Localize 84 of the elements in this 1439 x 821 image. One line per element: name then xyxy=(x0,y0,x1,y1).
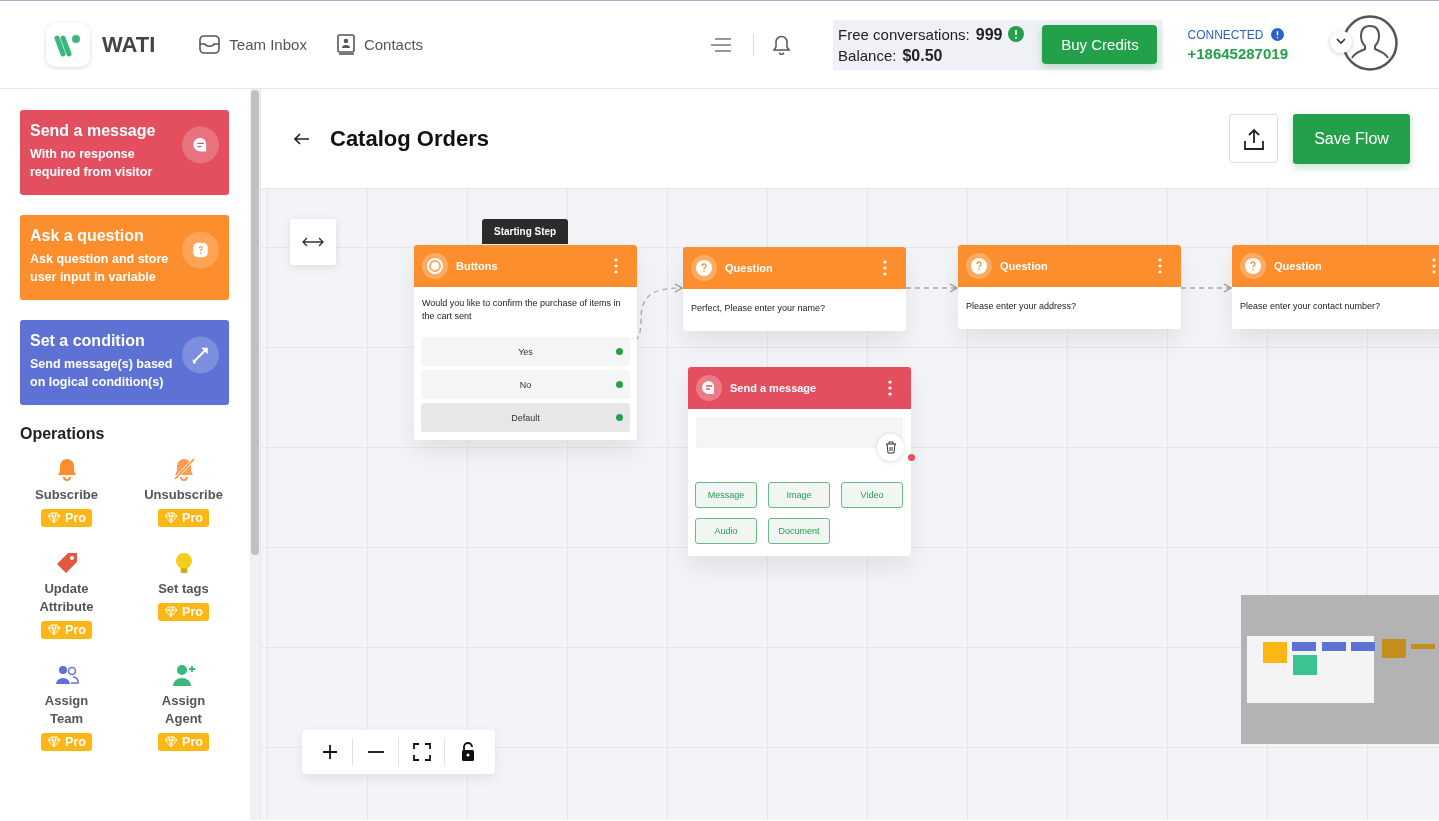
trash-icon[interactable] xyxy=(877,434,904,461)
balance-label: Balance: xyxy=(838,45,897,66)
diamond-icon xyxy=(47,736,62,748)
notification-bell-icon[interactable] xyxy=(772,34,792,55)
step-card[interactable]: Set a condition Send message(s) based on logical condition(s) xyxy=(20,320,229,405)
info-icon xyxy=(1008,26,1025,42)
connection-handle[interactable] xyxy=(616,414,623,421)
buttons-node[interactable]: Buttons Would you like to confirm the purchase of items in the cart sent Yes No Default xyxy=(414,245,637,440)
pro-badge: Pro xyxy=(41,733,92,751)
upload-icon xyxy=(1243,127,1264,150)
node-message: Would you like to confirm the purchase of items in the cart sent xyxy=(421,297,622,323)
info-icon xyxy=(1271,28,1285,41)
back-arrow-icon[interactable] xyxy=(294,132,310,145)
starting-step-tag: Starting Step xyxy=(482,219,569,244)
radio-icon xyxy=(422,253,448,279)
operation-label[interactable]: Assign Agent xyxy=(152,692,215,728)
operation-label[interactable]: Set tags xyxy=(152,580,215,598)
diamond-icon xyxy=(164,606,179,618)
node-title: Question xyxy=(725,262,774,274)
flow-title: Catalog Orders xyxy=(330,125,489,152)
step-card[interactable]: Send a message With no response required from visitor xyxy=(20,110,229,195)
step-card-description: Ask question and store user input in variable xyxy=(30,251,170,286)
operation-label[interactable]: Update Attribute xyxy=(35,580,98,616)
node-message: Perfect, Please enter your name? xyxy=(690,302,827,315)
people-icon xyxy=(54,663,79,687)
operation-label[interactable]: Assign Team xyxy=(35,692,98,728)
pro-badge: Pro xyxy=(41,509,92,527)
diamond-icon xyxy=(164,512,179,524)
node-message: Please enter your address? xyxy=(965,300,1078,313)
connector-arrow xyxy=(905,283,959,293)
step-card-title: Send a message xyxy=(30,122,157,140)
connection-handle[interactable] xyxy=(616,381,623,388)
brand-name: WATI xyxy=(102,31,156,58)
operation-label[interactable]: Subscribe xyxy=(35,486,98,504)
connection-handle[interactable] xyxy=(616,348,623,355)
step-card-description: Send message(s) based on logical condition(s) xyxy=(30,356,174,391)
free-conversations-count: 999 xyxy=(975,24,1003,45)
phone-number: +18645287019 xyxy=(1187,44,1288,62)
step-card-title: Set a condition xyxy=(30,332,146,350)
diamond-icon xyxy=(164,736,179,748)
node-title: Question xyxy=(1274,260,1323,272)
inbox-icon xyxy=(199,35,221,54)
node-title: Send a message xyxy=(730,382,818,394)
node-title: Question xyxy=(1000,260,1049,272)
reply-option[interactable]: Yes xyxy=(421,337,630,366)
node-message: Please enter your contact number? xyxy=(1239,300,1382,313)
node-title: Buttons xyxy=(456,260,499,272)
diamond-icon xyxy=(47,624,62,636)
nav-link[interactable]: Team Inbox xyxy=(199,35,307,54)
question-icon xyxy=(1240,253,1266,279)
add-person-icon xyxy=(171,663,196,687)
pro-badge: Pro xyxy=(158,509,209,527)
expand-horizontal-icon[interactable] xyxy=(290,219,336,265)
bell-off-icon xyxy=(171,457,196,481)
pro-badge: Pro xyxy=(41,621,92,639)
diamond-icon xyxy=(47,512,62,524)
connector-arrow xyxy=(1180,283,1233,293)
question-node[interactable]: Question Please enter your address? xyxy=(958,245,1181,329)
connection-handle[interactable] xyxy=(908,454,915,461)
upload-button[interactable] xyxy=(1229,114,1278,163)
reply-option[interactable]: Default xyxy=(421,403,630,432)
menu-icon[interactable] xyxy=(711,36,732,53)
operation-label[interactable]: Unsubscribe xyxy=(144,486,223,504)
connection-status: CONNECTED xyxy=(1187,27,1264,42)
nav-link[interactable]: Contacts xyxy=(336,34,424,55)
chat-icon xyxy=(696,375,722,401)
step-card-title: Ask a question xyxy=(30,227,145,245)
balance-amount: $0.50 xyxy=(902,45,943,66)
logo-icon xyxy=(46,22,90,67)
question-icon xyxy=(691,255,717,281)
question-node[interactable]: Question Please enter your contact number? xyxy=(1232,245,1439,329)
step-card-description: With no response required from visitor xyxy=(30,146,154,181)
pro-badge: Pro xyxy=(158,603,209,621)
scrollbar-thumb[interactable] xyxy=(251,90,259,555)
pro-badge: Pro xyxy=(158,733,209,751)
avatar-silhouette-icon[interactable] xyxy=(1342,14,1398,71)
reply-option[interactable]: No xyxy=(421,370,630,399)
section-heading: Operations xyxy=(20,425,106,443)
question-icon xyxy=(966,253,992,279)
free-conversations-label: Free conversations: xyxy=(838,24,970,45)
question-node[interactable]: Question Perfect, Please enter your name? xyxy=(683,247,906,331)
message-input-field[interactable] xyxy=(696,417,903,448)
contact-book-icon xyxy=(336,34,355,55)
chevron-down-icon[interactable] xyxy=(1330,30,1352,53)
